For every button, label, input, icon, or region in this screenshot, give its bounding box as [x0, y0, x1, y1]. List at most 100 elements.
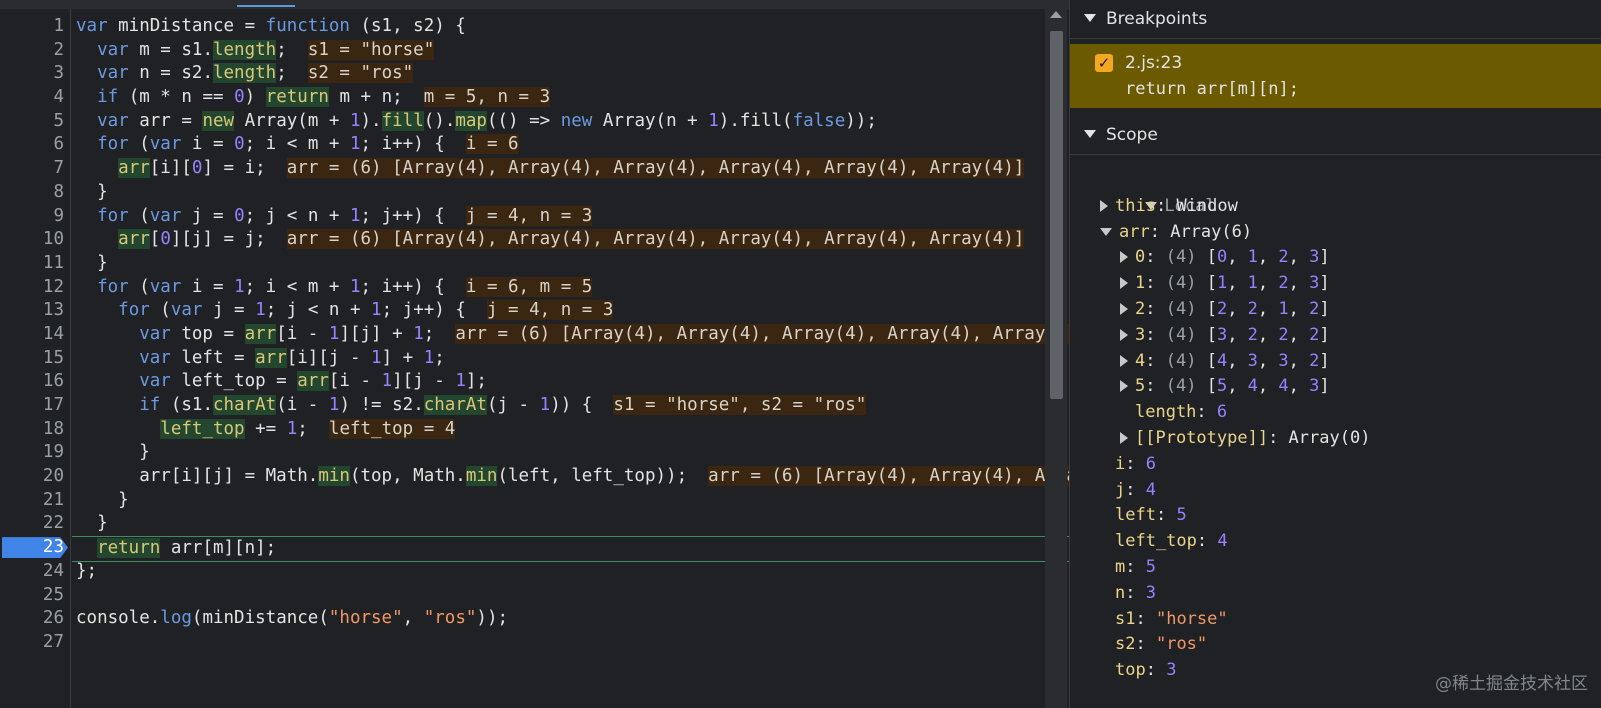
code-text[interactable]: for (var i = 1; i < m + 1; i++) { i = 6,…: [72, 276, 1069, 300]
scope-row[interactable]: 0: (4) [0, 1, 2, 3]: [1070, 245, 1601, 271]
code-line[interactable]: 26 console.log(minDistance("horse", "ros"…: [43, 607, 1069, 631]
line-number[interactable]: 19: [0, 441, 64, 465]
scope-row[interactable]: [[Prototype]]: Array(0): [1070, 426, 1601, 452]
code-text[interactable]: }: [72, 181, 1069, 205]
code-text[interactable]: var minDistance = function (s1, s2) {: [72, 15, 1069, 39]
breakpoint-checkbox[interactable]: ✓: [1095, 54, 1113, 72]
line-number[interactable]: 13: [0, 299, 64, 323]
code-text[interactable]: var m = s1.length; s1 = "horse": [72, 39, 1069, 63]
triangle-right-icon[interactable]: [1120, 328, 1128, 341]
line-number[interactable]: 3: [0, 62, 64, 86]
scope-row[interactable]: left: 5: [1070, 503, 1601, 529]
code-line[interactable]: 27: [43, 631, 1069, 655]
code-line[interactable]: 14 var top = arr[i - 1][j] + 1; arr = (6…: [43, 323, 1069, 347]
code-line[interactable]: 24};: [43, 560, 1069, 584]
code-line[interactable]: 1 var minDistance = function (s1, s2) {: [53, 15, 1069, 39]
line-number[interactable]: 26: [0, 607, 64, 631]
code-text[interactable]: return arr[m][n];: [72, 536, 1069, 562]
code-line[interactable]: 8 }: [53, 181, 1069, 205]
scope-row[interactable]: m: 5: [1070, 555, 1601, 581]
triangle-right-icon[interactable]: [1120, 251, 1128, 264]
code-text[interactable]: }: [72, 252, 1069, 276]
code-line[interactable]: 22 }: [43, 512, 1069, 536]
code-line[interactable]: 4 if (m * n == 0) return m + n; m = 5, n…: [53, 86, 1069, 110]
code-text[interactable]: var arr = new Array(m + 1).fill().map(()…: [72, 110, 1069, 134]
line-number[interactable]: 9: [0, 205, 64, 229]
breakpoint-location[interactable]: 2.js:23: [1125, 53, 1182, 73]
scope-row[interactable]: s1: "horse": [1070, 607, 1601, 633]
line-number[interactable]: 8: [0, 181, 64, 205]
code-text[interactable]: left_top += 1; left_top = 4: [72, 418, 1069, 442]
source-editor[interactable]: 1 var minDistance = function (s1, s2) {2 …: [0, 0, 1069, 708]
triangle-right-icon[interactable]: [1120, 302, 1128, 315]
triangle-right-icon[interactable]: [1120, 380, 1128, 393]
line-number[interactable]: 11: [0, 252, 64, 276]
triangle-right-icon[interactable]: [1120, 431, 1128, 444]
scope-row[interactable]: arr: Array(6): [1070, 220, 1601, 246]
triangle-right-icon[interactable]: [1120, 354, 1128, 367]
code-text[interactable]: var left = arr[i][j - 1] + 1;: [72, 347, 1069, 371]
scope-row[interactable]: length: 6: [1070, 400, 1601, 426]
code-line[interactable]: 25: [43, 584, 1069, 608]
line-number[interactable]: 10: [0, 228, 64, 252]
code-line[interactable]: 19 }: [43, 441, 1069, 465]
code-area[interactable]: 1 var minDistance = function (s1, s2) {2 …: [2, 15, 1069, 655]
line-number[interactable]: 23: [0, 536, 64, 560]
code-text[interactable]: console.log(minDistance("horse", "ros"))…: [72, 607, 1069, 631]
line-number[interactable]: 16: [0, 370, 64, 394]
line-number[interactable]: 7: [0, 157, 64, 181]
scroll-up-icon[interactable]: [1050, 11, 1062, 18]
code-line[interactable]: 20 arr[i][j] = Math.min(top, Math.min(le…: [43, 465, 1069, 489]
line-number[interactable]: 18: [0, 418, 64, 442]
code-line[interactable]: 7 arr[i][0] = i; arr = (6) [Array(4), Ar…: [53, 157, 1069, 181]
code-line[interactable]: 12 for (var i = 1; i < m + 1; i++) { i =…: [43, 276, 1069, 300]
breakpoint-item[interactable]: ✓ 2.js:23 return arr[m][n];: [1070, 44, 1601, 108]
triangle-right-icon[interactable]: [1120, 277, 1128, 290]
line-number[interactable]: 20: [0, 465, 64, 489]
line-number[interactable]: 24: [0, 560, 64, 584]
scrollbar-thumb[interactable]: [1050, 31, 1063, 399]
scope-row[interactable]: 1: (4) [1, 1, 2, 3]: [1070, 271, 1601, 297]
code-text[interactable]: }: [72, 512, 1069, 536]
code-text[interactable]: }: [72, 489, 1069, 513]
scope-row[interactable]: 5: (4) [5, 4, 4, 3]: [1070, 374, 1601, 400]
code-text[interactable]: for (var j = 1; j < n + 1; j++) { j = 4,…: [72, 299, 1069, 323]
code-line[interactable]: 5 var arr = new Array(m + 1).fill().map(…: [53, 110, 1069, 134]
code-line[interactable]: 6 for (var i = 0; i < m + 1; i++) { i = …: [53, 133, 1069, 157]
code-text[interactable]: arr[0][j] = j; arr = (6) [Array(4), Arra…: [72, 228, 1069, 252]
code-line[interactable]: 10 arr[0][j] = j; arr = (6) [Array(4), A…: [43, 228, 1069, 252]
code-text[interactable]: var n = s2.length; s2 = "ros": [72, 62, 1069, 86]
triangle-right-icon[interactable]: [1100, 199, 1108, 212]
code-line[interactable]: 15 var left = arr[i][j - 1] + 1;: [43, 347, 1069, 371]
line-number[interactable]: 5: [0, 110, 64, 134]
line-number[interactable]: 27: [0, 631, 64, 655]
line-number[interactable]: 17: [0, 394, 64, 418]
scope-row[interactable]: i: 6: [1070, 452, 1601, 478]
code-text[interactable]: }: [72, 441, 1069, 465]
line-number[interactable]: 4: [0, 86, 64, 110]
scope-local-row[interactable]: Local: [1070, 168, 1601, 216]
code-text[interactable]: };: [72, 560, 1069, 584]
code-text[interactable]: arr[i][j] = Math.min(top, Math.min(left,…: [72, 465, 1069, 489]
scope-header[interactable]: Scope: [1070, 116, 1601, 155]
line-number[interactable]: 21: [0, 489, 64, 513]
scope-row[interactable]: s2: "ros": [1070, 632, 1601, 658]
line-number[interactable]: 2: [0, 39, 64, 63]
line-number[interactable]: 14: [0, 323, 64, 347]
line-number[interactable]: 1: [0, 15, 64, 39]
scope-row[interactable]: j: 4: [1070, 478, 1601, 504]
scope-row[interactable]: 4: (4) [4, 3, 3, 2]: [1070, 349, 1601, 375]
code-line[interactable]: 17 if (s1.charAt(i - 1) != s2.charAt(j -…: [43, 394, 1069, 418]
line-number[interactable]: 25: [0, 584, 64, 608]
line-number[interactable]: 22: [0, 512, 64, 536]
breakpoints-header[interactable]: Breakpoints: [1070, 0, 1601, 39]
code-line[interactable]: 2 var m = s1.length; s1 = "horse": [53, 39, 1069, 63]
code-text[interactable]: for (var j = 0; j < n + 1; j++) { j = 4,…: [72, 205, 1069, 229]
line-number[interactable]: 6: [0, 133, 64, 157]
code-line[interactable]: 13 for (var j = 1; j < n + 1; j++) { j =…: [43, 299, 1069, 323]
code-line[interactable]: 11 }: [43, 252, 1069, 276]
scope-row[interactable]: this: Window: [1070, 194, 1601, 220]
code-line[interactable]: 3 var n = s2.length; s2 = "ros": [53, 62, 1069, 86]
line-number[interactable]: 12: [0, 276, 64, 300]
editor-scrollbar[interactable]: [1045, 9, 1067, 708]
